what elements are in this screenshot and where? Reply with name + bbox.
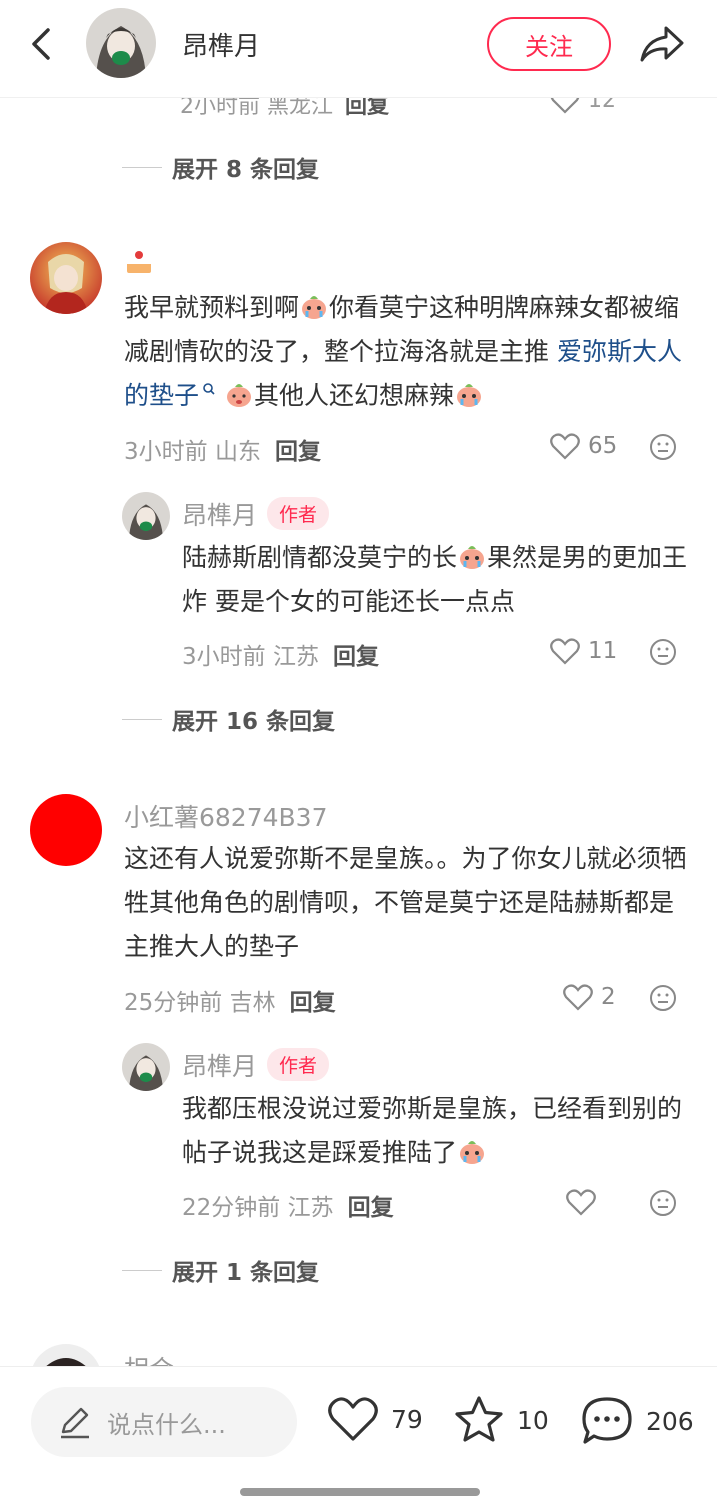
reply-text: 陆赫斯剧情都没莫宁的长 果然是男的更加王炸 要是个女的可能还长一点点: [182, 543, 688, 616]
search-icon: [203, 383, 215, 395]
reply-button[interactable]: 回复: [275, 439, 321, 465]
heart-icon: [566, 1189, 596, 1216]
emoji-react-icon[interactable]: [648, 1188, 678, 1218]
crying-emoji-icon: [460, 546, 485, 569]
reply-button[interactable]: 回复: [333, 644, 379, 670]
reply-button[interactable]: 回复: [290, 990, 336, 1016]
crying-emoji-icon: [302, 296, 327, 319]
commenter-avatar[interactable]: [30, 242, 102, 314]
pen-icon: [61, 1407, 89, 1439]
like-button[interactable]: 2: [563, 983, 616, 1011]
emoji-react-icon[interactable]: [648, 983, 678, 1013]
bottom-action-bar: 说点什么... 79 10 206: [0, 1366, 717, 1509]
author-tag: 作者: [267, 497, 330, 530]
heart-icon: [328, 1397, 378, 1441]
author-avatar[interactable]: [122, 1043, 170, 1091]
expand-replies-button[interactable]: 展开 8 条回复: [122, 150, 319, 184]
collect-button[interactable]: 10: [453, 1395, 549, 1445]
commenter-avatar[interactable]: [30, 794, 102, 866]
heart-icon: [550, 638, 580, 665]
top-bar: 昂榫月 关注: [0, 0, 717, 98]
home-indicator[interactable]: [240, 1488, 480, 1496]
reply-meta: 3小时前 江苏 回复: [182, 644, 379, 670]
like-post-button[interactable]: 79: [327, 1395, 423, 1443]
reply-button[interactable]: 回复: [348, 1195, 394, 1221]
divider: [122, 718, 162, 720]
comment-meta: 25分钟前 吉林 回复: [124, 990, 336, 1016]
like-button[interactable]: 11: [550, 637, 617, 665]
author-name[interactable]: 昂榫月: [182, 26, 260, 63]
reply-author: 昂榫月 作者: [182, 496, 330, 532]
expand-replies-button[interactable]: 展开 1 条回复: [122, 1253, 319, 1287]
divider: [122, 166, 162, 168]
author-avatar[interactable]: [86, 8, 156, 78]
expand-replies-button[interactable]: 展开 16 条回复: [122, 702, 335, 736]
cake-emoji-icon: [127, 251, 151, 273]
heart-icon: [563, 984, 593, 1011]
blush-emoji-icon: [226, 384, 251, 407]
comment-placeholder: 说点什么...: [107, 1410, 226, 1439]
follow-button[interactable]: 关注: [487, 17, 611, 71]
heart-icon: [550, 433, 580, 460]
commenter-name[interactable]: 小红薯68274B37: [124, 798, 328, 834]
emoji-react-icon[interactable]: [648, 432, 678, 462]
comment-text: 我早就预料到啊 你看莫宁这种明牌麻辣女都被缩减剧情砍的没了，整个拉海洛就是主推 爱…: [124, 293, 682, 410]
back-arrow-icon[interactable]: [22, 24, 62, 64]
divider: [122, 1269, 162, 1271]
reply-text: 我都压根没说过爱弥斯是皇族，已经看到别的帖子说我这是踩爱推陆了: [182, 1094, 683, 1167]
author-tag: 作者: [267, 1048, 330, 1081]
share-icon[interactable]: [638, 22, 686, 66]
reply-author: 昂榫月 作者: [182, 1047, 330, 1083]
comment-input[interactable]: 说点什么...: [31, 1387, 297, 1457]
chat-bubble-icon: [582, 1397, 632, 1444]
crying-emoji-icon: [456, 384, 481, 407]
like-button[interactable]: 65: [550, 432, 617, 460]
star-icon: [455, 1396, 503, 1442]
comment-count-button[interactable]: 206: [580, 1395, 694, 1447]
author-avatar[interactable]: [122, 492, 170, 540]
comment-text: 这还有人说爱弥斯不是皇族。。为了你女儿就必须牺牲其他角色的剧情呗，不管是莫宁还是…: [124, 844, 687, 961]
comment-meta: 3小时前 山东 回复: [124, 439, 321, 465]
reply-meta: 22分钟前 江苏 回复: [182, 1195, 394, 1221]
emoji-react-icon[interactable]: [648, 637, 678, 667]
crying-emoji-icon: [460, 1141, 485, 1164]
like-button[interactable]: [566, 1188, 604, 1216]
